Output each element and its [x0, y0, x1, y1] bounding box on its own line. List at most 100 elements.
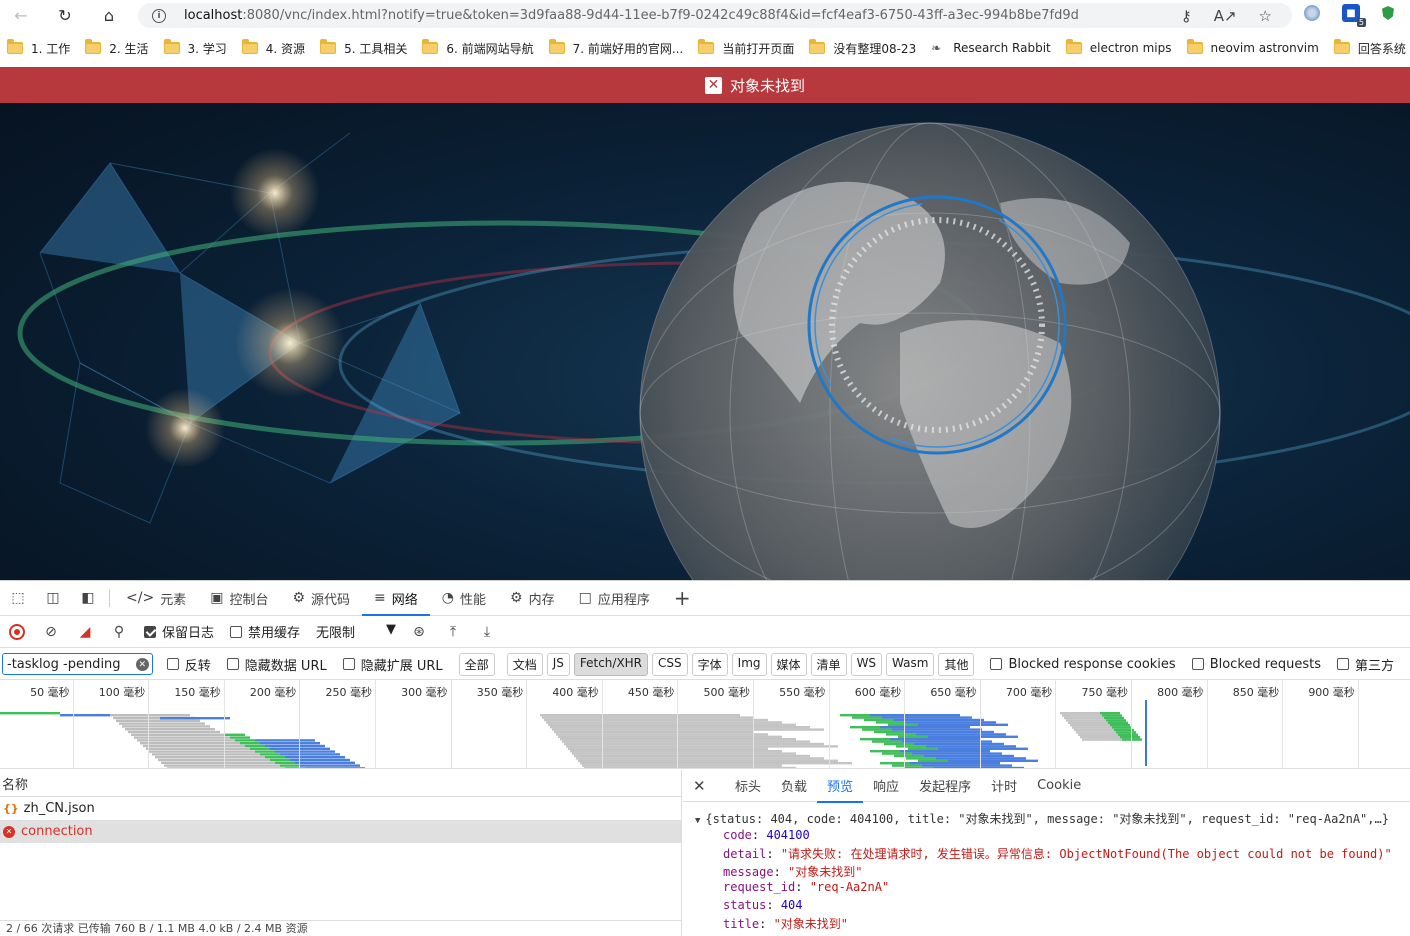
read-aloud-icon[interactable]: A↗: [1214, 7, 1237, 25]
json-field[interactable]: code: 404100: [695, 828, 1410, 846]
checkbox[interactable]: [230, 625, 243, 638]
json-field[interactable]: request_id: "req-Aa2nA": [695, 880, 1410, 898]
inspect-icon[interactable]: ⬚: [8, 588, 28, 608]
bookmark-item[interactable]: 3. 学习: [163, 39, 227, 57]
devtools-tab[interactable]: ◔ 性能: [430, 581, 498, 615]
invert-checkbox[interactable]: 反转: [166, 655, 211, 674]
json-field[interactable]: status: 404: [695, 898, 1410, 916]
export-har-icon[interactable]: ⤓: [478, 623, 496, 641]
filter-icon[interactable]: ◢: [76, 623, 94, 641]
filter-input[interactable]: -tasklog -pending ✕: [2, 653, 153, 675]
json-root-summary[interactable]: ▼ {status: 404, code: 404100, title: "对象未…: [695, 810, 1410, 828]
type-filter-chip[interactable]: 媒体: [770, 652, 807, 676]
network-timeline-overview[interactable]: 50 毫秒 100 毫秒 150 毫秒 200 毫秒 250 毫秒 300 毫秒 350 毫…: [0, 679, 1410, 769]
home-icon[interactable]: ⌂: [98, 5, 120, 27]
back-icon[interactable]: ←: [10, 5, 32, 27]
details-tab[interactable]: 计时: [981, 770, 1027, 802]
devtools-tab[interactable]: ≡ 网络: [362, 581, 430, 616]
reload-icon[interactable]: ↻: [54, 5, 76, 27]
type-filter-chip[interactable]: 文档: [506, 652, 543, 676]
type-filter-chip[interactable]: 字体: [691, 652, 728, 676]
details-tab[interactable]: 负载: [771, 770, 817, 802]
url-field[interactable]: i localhost:8080/vnc/index.html?notify=t…: [138, 3, 1292, 28]
json-field[interactable]: title: "对象未找到": [695, 915, 1410, 933]
page-viewport[interactable]: ✕ 对象未找到: [0, 67, 1410, 580]
checkbox[interactable]: [1336, 658, 1349, 670]
expand-triangle-icon[interactable]: ▼: [695, 816, 700, 826]
checkbox[interactable]: [226, 658, 239, 670]
extension-counter-icon[interactable]: ■ 5: [1342, 4, 1366, 27]
devtools-tab[interactable]: ▣ 控制台: [198, 581, 280, 615]
type-filter-chip[interactable]: 全部: [458, 652, 495, 676]
table-row[interactable]: ✕ connection: [0, 820, 681, 843]
checkbox-checked[interactable]: [144, 625, 156, 638]
close-icon[interactable]: ✕: [693, 777, 711, 795]
bookmark-item[interactable]: 1. 工作: [7, 39, 70, 57]
clear-input-icon[interactable]: ✕: [135, 658, 149, 671]
devtools-tab[interactable]: ⚙ 内存: [498, 581, 567, 615]
key-icon[interactable]: ⚷: [1181, 7, 1192, 25]
bookmark-item[interactable]: 4. 资源: [241, 39, 305, 57]
type-filter-chip[interactable]: Img: [731, 652, 767, 676]
details-tab[interactable]: 响应: [863, 770, 909, 802]
dock-icon[interactable]: ◧: [78, 588, 98, 608]
bookmark-item[interactable]: 6. 前端网站导航: [422, 39, 534, 57]
type-filter-chip[interactable]: JS: [546, 652, 570, 676]
timeline-request-bar: [128, 730, 220, 734]
json-field[interactable]: message: "对象未找到": [695, 863, 1410, 881]
details-tab[interactable]: 发起程序: [909, 770, 981, 802]
type-filter-chip[interactable]: CSS: [652, 652, 688, 676]
star-icon[interactable]: ☆: [1259, 7, 1272, 25]
details-tab[interactable]: 预览: [817, 770, 864, 803]
bookmark-item[interactable]: 回答系统: [1333, 39, 1406, 57]
json-field[interactable]: detail: "请求失败: 在处理请求时, 发生错误。异常信息: Object…: [695, 845, 1410, 863]
json-value: "对象未找到": [773, 917, 849, 931]
device-toolbar-icon[interactable]: ◫: [43, 588, 63, 608]
blocked-cookies-checkbox[interactable]: Blocked response cookies: [990, 657, 1176, 672]
type-filter-chip[interactable]: WS: [850, 652, 883, 676]
clear-icon[interactable]: ⊘: [42, 623, 60, 641]
extension-icon[interactable]: [1304, 5, 1320, 21]
throttling-select[interactable]: 无限制 ▼: [316, 622, 396, 641]
type-filter-chip[interactable]: 清单: [810, 652, 847, 676]
network-conditions-icon[interactable]: ⊛: [410, 623, 428, 641]
bookmark-item[interactable]: ❧ Research Rabbit: [931, 41, 1051, 55]
import-har-icon[interactable]: ⤒: [444, 623, 462, 641]
search-icon[interactable]: ⚲: [110, 623, 128, 641]
checkbox[interactable]: [342, 658, 355, 670]
third-party-checkbox[interactable]: 第三方: [1336, 655, 1394, 674]
info-icon[interactable]: i: [152, 8, 166, 23]
bookmark-item[interactable]: 没有整理08-23: [809, 39, 916, 57]
checkbox[interactable]: [1191, 658, 1204, 670]
bookmark-item[interactable]: neovim astronvim: [1186, 39, 1319, 55]
type-filter-chip[interactable]: 其他: [938, 652, 975, 676]
table-row[interactable]: {} zh_CN.json: [0, 797, 681, 820]
checkbox[interactable]: [166, 658, 179, 670]
shield-icon[interactable]: [1382, 6, 1394, 20]
disable-cache-checkbox[interactable]: 禁用缓存: [230, 622, 300, 641]
checkbox[interactable]: [990, 658, 1003, 670]
close-box-icon[interactable]: ✕: [704, 76, 722, 94]
name-column-header[interactable]: 名称: [0, 770, 681, 797]
details-tab[interactable]: 标头: [725, 770, 771, 802]
bookmark-item[interactable]: 5. 工具相关: [320, 39, 407, 57]
devtools-tab[interactable]: ⚙ 源代码: [280, 581, 362, 615]
bookmark-item[interactable]: 当前打开页面: [698, 39, 794, 57]
type-filter-chip[interactable]: Wasm: [886, 652, 935, 676]
preserve-log-checkbox[interactable]: 保留日志: [144, 622, 214, 641]
details-tab[interactable]: Cookie: [1027, 770, 1091, 802]
url-text[interactable]: localhost:8080/vnc/index.html?notify=tru…: [184, 8, 1079, 23]
record-button[interactable]: [9, 623, 25, 640]
bookmark-item[interactable]: 2. 生活: [85, 39, 149, 57]
hide-data-url-checkbox[interactable]: 隐藏数据 URL: [226, 655, 327, 674]
bookmark-item[interactable]: electron mips: [1065, 39, 1172, 55]
type-filter-chip[interactable]: Fetch/XHR: [573, 652, 649, 676]
devtools-tab[interactable]: □ 应用程序: [567, 581, 662, 615]
bookmark-item[interactable]: 7. 前端好用的官网...: [548, 39, 683, 57]
timeline-request-bar: [1062, 714, 1102, 717]
more-tools-plus-icon[interactable]: +: [662, 581, 703, 615]
devtools-tab[interactable]: </> 元素: [114, 581, 198, 615]
divider: [109, 589, 110, 607]
blocked-requests-checkbox[interactable]: Blocked requests: [1191, 657, 1321, 672]
hide-ext-url-checkbox[interactable]: 隐藏扩展 URL: [342, 655, 443, 674]
